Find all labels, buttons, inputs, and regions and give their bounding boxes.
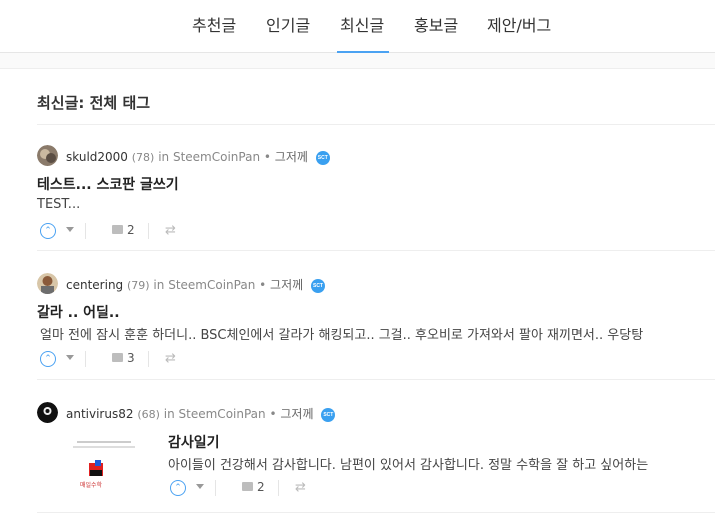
- comment-icon[interactable]: [239, 482, 253, 495]
- post-title[interactable]: 테스트... 스코판 글쓰기: [37, 174, 179, 194]
- post-actions: ⌃ 2 ⇄: [170, 480, 320, 500]
- post-time[interactable]: 그저께: [270, 278, 303, 292]
- thumbnail-image: [59, 436, 149, 496]
- post-excerpt[interactable]: TEST...: [37, 197, 80, 212]
- in-label: in: [163, 407, 175, 421]
- upvote-icon[interactable]: ⌃: [40, 223, 56, 239]
- reblog-icon[interactable]: ⇄: [165, 352, 176, 366]
- divider: [85, 351, 86, 367]
- author-reputation: (68): [137, 408, 160, 421]
- avatar-image: [37, 145, 58, 166]
- tab-suggestion-bug[interactable]: 제안/버그: [487, 12, 551, 36]
- page-title: 최신글: 전체 태그: [37, 94, 151, 112]
- author-reputation: (78): [131, 151, 155, 164]
- divider: [85, 223, 86, 239]
- reblog-icon[interactable]: ⇄: [295, 481, 306, 495]
- author-link[interactable]: centering: [66, 278, 123, 292]
- divider: [37, 250, 715, 251]
- avatar[interactable]: [37, 145, 58, 166]
- upvote-icon[interactable]: ⌃: [40, 351, 56, 367]
- divider: [278, 480, 279, 496]
- post-meta: antivirus82 (68) in SteemCoinPan • 그저께 S…: [66, 405, 336, 422]
- divider: [215, 480, 216, 496]
- post-time[interactable]: 그저께: [280, 407, 313, 421]
- tab-promotion[interactable]: 홍보글: [414, 12, 458, 36]
- separator-dot: •: [263, 150, 271, 164]
- avatar[interactable]: [37, 402, 58, 423]
- nav-spacer: [0, 53, 715, 69]
- vote-dropdown-icon[interactable]: [66, 355, 74, 360]
- tab-recommended[interactable]: 추천글: [192, 12, 236, 36]
- sct-badge-icon: SCT: [321, 407, 336, 422]
- author-link[interactable]: skuld2000: [66, 150, 128, 164]
- divider: [148, 223, 149, 239]
- comment-count[interactable]: 2: [127, 223, 135, 237]
- post-excerpt[interactable]: 아이들이 건강해서 감사합니다. 남편이 있어서 감사합니다. 정말 수학을 잘…: [168, 454, 648, 473]
- comment-icon[interactable]: [109, 353, 123, 366]
- community-link[interactable]: SteemCoinPan: [179, 407, 266, 421]
- sct-badge-icon: SCT: [315, 150, 330, 165]
- avatar-image: [37, 402, 58, 423]
- vote-dropdown-icon[interactable]: [196, 484, 204, 489]
- post-title[interactable]: 갈라 .. 어딜..: [37, 302, 120, 322]
- tab-latest[interactable]: 최신글: [340, 12, 384, 36]
- post-meta: centering (79) in SteemCoinPan • 그저께 SCT: [66, 276, 325, 293]
- divider: [148, 351, 149, 367]
- separator-dot: •: [269, 407, 277, 421]
- divider: [37, 379, 715, 380]
- vote-dropdown-icon[interactable]: [66, 227, 74, 232]
- thumbnail-caption: 매일수학: [80, 482, 103, 489]
- author-link[interactable]: antivirus82: [66, 407, 134, 421]
- avatar[interactable]: [37, 273, 58, 294]
- divider: [37, 512, 715, 513]
- sct-badge-icon: SCT: [310, 278, 325, 293]
- post-time[interactable]: 그저께: [275, 150, 308, 164]
- top-nav: 추천글 인기글 최신글 홍보글 제안/버그: [0, 0, 715, 54]
- comment-icon[interactable]: [109, 225, 123, 238]
- post-meta: skuld2000 (78) in SteemCoinPan • 그저께 SCT: [66, 148, 330, 165]
- post-title[interactable]: 감사일기: [168, 432, 220, 452]
- post-actions: ⌃ 2 ⇄: [40, 223, 190, 243]
- tab-popular[interactable]: 인기글: [266, 12, 310, 36]
- post-thumbnail[interactable]: 매일수학: [59, 436, 149, 496]
- author-reputation: (79): [127, 279, 150, 292]
- comment-count[interactable]: 2: [257, 480, 265, 494]
- community-link[interactable]: SteemCoinPan: [168, 278, 255, 292]
- upvote-icon[interactable]: ⌃: [170, 480, 186, 496]
- in-label: in: [158, 150, 170, 164]
- separator-dot: •: [259, 278, 267, 292]
- avatar-image: [37, 273, 58, 294]
- post-actions: ⌃ 3 ⇄: [40, 351, 190, 371]
- post-excerpt[interactable]: 얼마 전에 잠시 훈훈 하더니.. BSC체인에서 갈라가 해킹되고.. 그걸.…: [40, 324, 643, 343]
- in-label: in: [153, 278, 165, 292]
- community-link[interactable]: SteemCoinPan: [173, 150, 260, 164]
- comment-count[interactable]: 3: [127, 351, 135, 365]
- reblog-icon[interactable]: ⇄: [165, 224, 176, 238]
- divider: [37, 124, 715, 125]
